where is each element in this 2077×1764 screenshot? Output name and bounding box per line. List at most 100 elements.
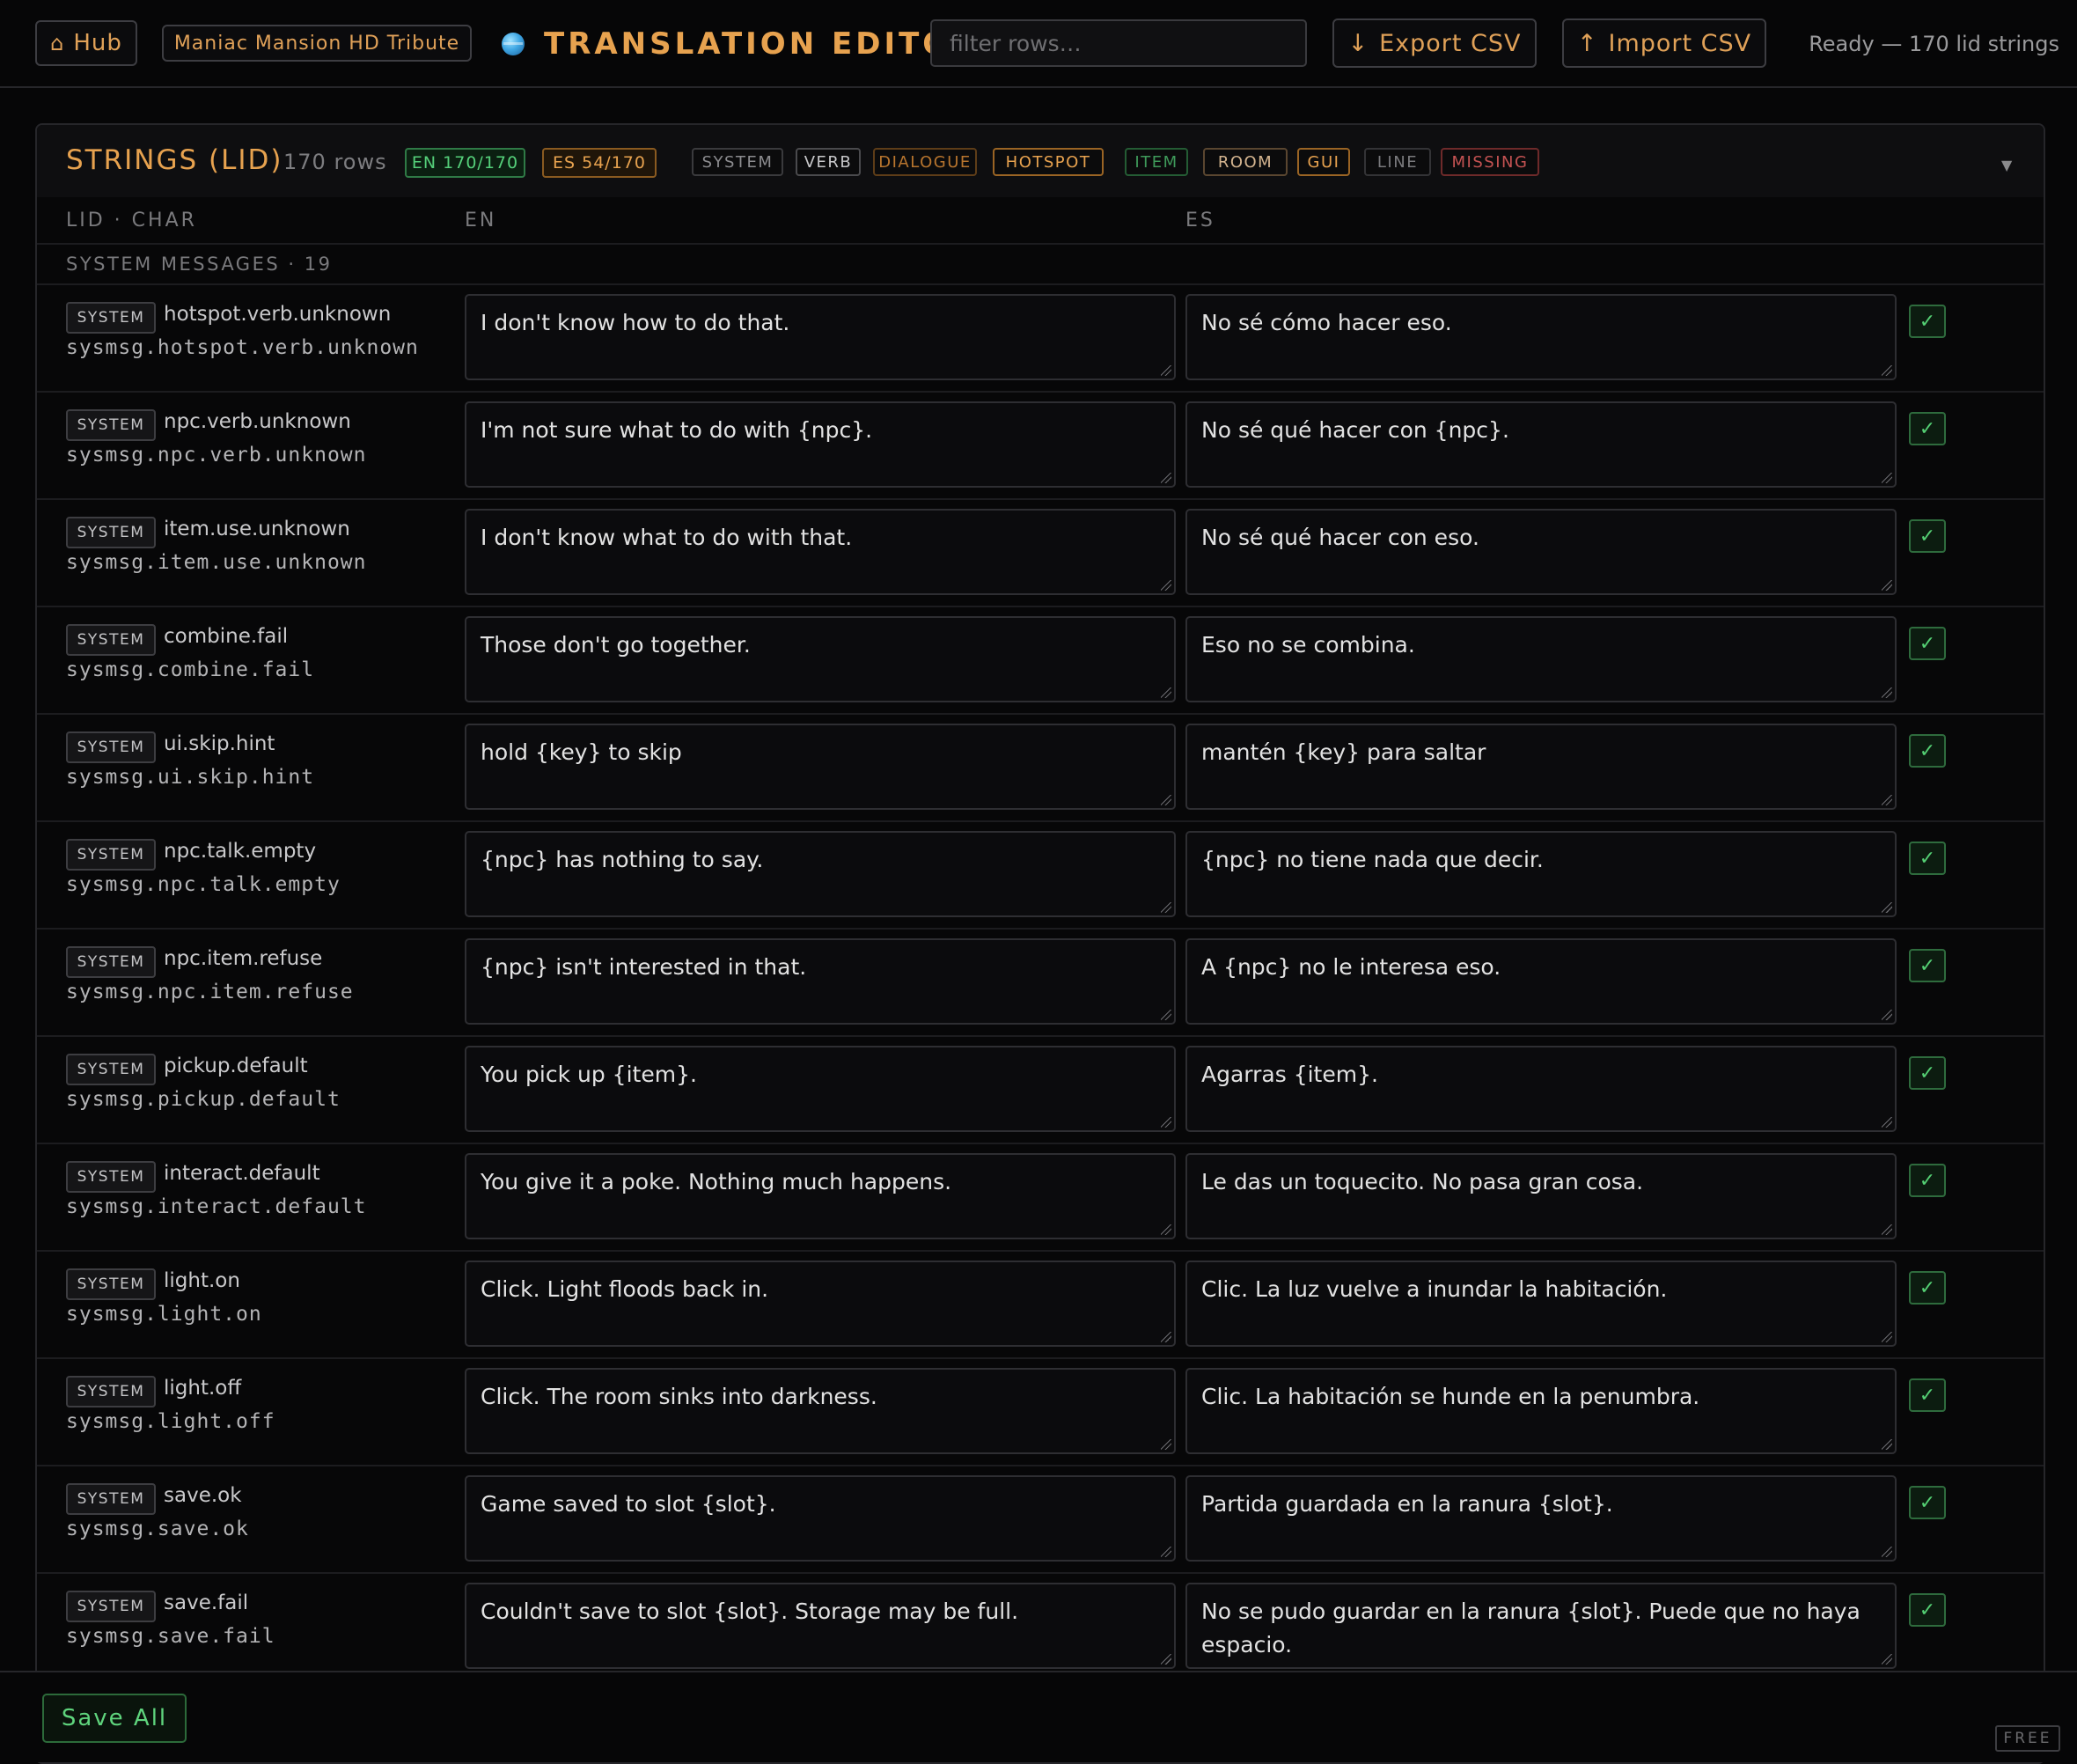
globe-icon — [502, 33, 525, 55]
en-text-field[interactable]: I don't know what to do with that. — [465, 509, 1176, 595]
en-text-field[interactable]: {npc} has nothing to say. — [465, 831, 1176, 917]
es-text-field[interactable]: No sé qué hacer con {npc}. — [1185, 401, 1897, 488]
check-icon[interactable]: ✓ — [1909, 1271, 1946, 1305]
resize-grip-icon[interactable] — [1161, 580, 1171, 591]
es-text-field[interactable]: Le das un toquecito. No pasa gran cosa. — [1185, 1153, 1897, 1239]
es-text-field[interactable]: Partida guardada en la ranura {slot}. — [1185, 1475, 1897, 1562]
check-icon[interactable]: ✓ — [1909, 734, 1946, 768]
group-header[interactable]: SYSTEM MESSAGES · 19 — [37, 245, 2044, 285]
collapse-caret-icon[interactable]: ▼ — [2001, 157, 2012, 173]
resize-grip-icon[interactable] — [1161, 1439, 1171, 1450]
en-text-field[interactable]: Click. The room sinks into darkness. — [465, 1368, 1176, 1454]
resize-grip-icon[interactable] — [1161, 473, 1171, 483]
top-bar: ⌂ Hub Maniac Mansion HD Tribute TRANSLAT… — [0, 0, 2077, 88]
table-row: SYSTEM item.use.unknown sysmsg.item.use.un… — [37, 500, 2044, 607]
en-text: Those don't go together. — [481, 632, 751, 658]
filter-chip-item[interactable]: ITEM — [1125, 148, 1188, 176]
filter-chip-missing[interactable]: MISSING — [1441, 148, 1539, 176]
resize-grip-icon[interactable] — [1161, 1654, 1171, 1665]
check-icon[interactable]: ✓ — [1909, 1378, 1946, 1412]
en-text-field[interactable]: I don't know how to do that. — [465, 294, 1176, 380]
resize-grip-icon[interactable] — [1882, 473, 1892, 483]
filter-chip-line[interactable]: LINE — [1364, 148, 1431, 176]
resize-grip-icon[interactable] — [1882, 1224, 1892, 1235]
resize-grip-icon[interactable] — [1882, 1439, 1892, 1450]
save-all-button[interactable]: Save All — [42, 1694, 187, 1743]
project-button[interactable]: Maniac Mansion HD Tribute — [162, 25, 472, 62]
resize-grip-icon[interactable] — [1161, 1332, 1171, 1342]
es-text-field[interactable]: Agarras {item}. — [1185, 1046, 1897, 1132]
en-text-field[interactable]: Click. Light floods back in. — [465, 1261, 1176, 1347]
es-text: {npc} no tiene nada que decir. — [1201, 847, 1544, 872]
es-text-field[interactable]: mantén {key} para saltar — [1185, 724, 1897, 810]
check-icon[interactable]: ✓ — [1909, 519, 1946, 553]
filter-rows-input[interactable] — [930, 19, 1307, 67]
es-text-field[interactable]: No sé qué hacer con eso. — [1185, 509, 1897, 595]
resize-grip-icon[interactable] — [1882, 902, 1892, 913]
resize-grip-icon[interactable] — [1161, 365, 1171, 376]
es-text-field[interactable]: Clic. La luz vuelve a inundar la habitac… — [1185, 1261, 1897, 1347]
filter-chip-dialogue[interactable]: DIALOGUE — [873, 148, 977, 176]
short-id: save.ok — [164, 1484, 242, 1507]
resize-grip-icon[interactable] — [1161, 902, 1171, 913]
filter-chip-gui[interactable]: GUI — [1297, 148, 1350, 176]
export-csv-button[interactable]: ↓ Export CSV — [1332, 18, 1537, 68]
resize-grip-icon[interactable] — [1882, 687, 1892, 698]
hub-button[interactable]: ⌂ Hub — [35, 20, 137, 66]
panel-header[interactable]: STRINGS (LID) 170 rows EN 170/170 ES 54/… — [37, 125, 2044, 199]
resize-grip-icon[interactable] — [1882, 795, 1892, 805]
es-text-field[interactable]: No sé cómo hacer eso. — [1185, 294, 1897, 380]
check-icon[interactable]: ✓ — [1909, 1164, 1946, 1197]
es-text-field[interactable]: No se pudo guardar en la ranura {slot}. … — [1185, 1583, 1897, 1669]
resize-grip-icon[interactable] — [1161, 687, 1171, 698]
en-text-field[interactable]: You pick up {item}. — [465, 1046, 1176, 1132]
check-icon[interactable]: ✓ — [1909, 1056, 1946, 1090]
full-id: sysmsg.light.on — [66, 1303, 262, 1326]
progress-badge-es: ES 54/170 — [542, 148, 657, 178]
resize-grip-icon[interactable] — [1161, 1010, 1171, 1020]
es-text-field[interactable]: Clic. La habitación se hunde en la penum… — [1185, 1368, 1897, 1454]
en-text-field[interactable]: Those don't go together. — [465, 616, 1176, 702]
en-text-field[interactable]: hold {key} to skip — [465, 724, 1176, 810]
resize-grip-icon[interactable] — [1161, 1117, 1171, 1128]
en-text-field[interactable]: Couldn't save to slot {slot}. Storage ma… — [465, 1583, 1176, 1669]
filter-chip-system[interactable]: SYSTEM — [692, 148, 783, 176]
string-rows: SYSTEM hotspot.verb.unknown sysmsg.hotspot… — [37, 285, 2044, 1681]
resize-grip-icon[interactable] — [1882, 1332, 1892, 1342]
resize-grip-icon[interactable] — [1882, 1654, 1892, 1665]
es-text: Partida guardada en la ranura {slot}. — [1201, 1491, 1613, 1517]
filter-chip-hotspot[interactable]: HOTSPOT — [993, 148, 1104, 176]
es-text-field[interactable]: A {npc} no le interesa eso. — [1185, 938, 1897, 1025]
en-text: I don't know how to do that. — [481, 310, 790, 335]
en-text-field[interactable]: {npc} isn't interested in that. — [465, 938, 1176, 1025]
check-icon[interactable]: ✓ — [1909, 842, 1946, 875]
check-icon[interactable]: ✓ — [1909, 949, 1946, 982]
table-row: SYSTEM npc.verb.unknown sysmsg.npc.verb.un… — [37, 393, 2044, 500]
resize-grip-icon[interactable] — [1161, 1547, 1171, 1557]
resize-grip-icon[interactable] — [1882, 580, 1892, 591]
resize-grip-icon[interactable] — [1882, 1117, 1892, 1128]
table-row: SYSTEM npc.talk.empty sysmsg.npc.talk.empt… — [37, 822, 2044, 930]
filter-chip-room[interactable]: ROOM — [1203, 148, 1288, 176]
en-text-field[interactable]: I'm not sure what to do with {npc}. — [465, 401, 1176, 488]
en-text-field[interactable]: Game saved to slot {slot}. — [465, 1475, 1176, 1562]
category-tag: SYSTEM — [66, 517, 156, 548]
check-icon[interactable]: ✓ — [1909, 412, 1946, 445]
check-icon[interactable]: ✓ — [1909, 627, 1946, 660]
resize-grip-icon[interactable] — [1161, 1224, 1171, 1235]
resize-grip-icon[interactable] — [1161, 795, 1171, 805]
plan-badge: FREE — [1995, 1725, 2060, 1752]
table-row: SYSTEM interact.default sysmsg.interact.de… — [37, 1144, 2044, 1252]
check-icon[interactable]: ✓ — [1909, 1593, 1946, 1627]
es-text-field[interactable]: Eso no se combina. — [1185, 616, 1897, 702]
resize-grip-icon[interactable] — [1882, 1547, 1892, 1557]
es-text-field[interactable]: {npc} no tiene nada que decir. — [1185, 831, 1897, 917]
import-csv-button[interactable]: ↑ Import CSV — [1562, 18, 1766, 68]
check-icon[interactable]: ✓ — [1909, 305, 1946, 338]
category-tag: SYSTEM — [66, 839, 156, 871]
resize-grip-icon[interactable] — [1882, 365, 1892, 376]
resize-grip-icon[interactable] — [1882, 1010, 1892, 1020]
en-text-field[interactable]: You give it a poke. Nothing much happens… — [465, 1153, 1176, 1239]
filter-chip-verb[interactable]: VERB — [796, 148, 861, 176]
check-icon[interactable]: ✓ — [1909, 1486, 1946, 1519]
